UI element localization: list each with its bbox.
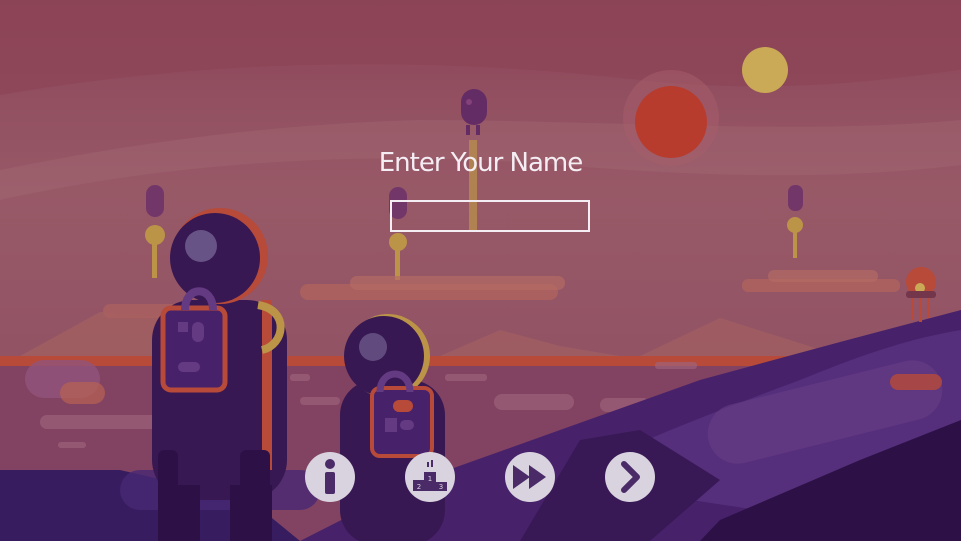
info-icon <box>325 459 335 494</box>
game-screen: Enter Your Name 1 2 3 <box>0 0 961 541</box>
chevron-right-icon <box>621 461 640 493</box>
alien-planet-background <box>0 0 961 541</box>
podium-third-label: 3 <box>439 483 443 491</box>
podium-first-label: 1 <box>428 475 432 483</box>
fast-forward-button[interactable] <box>505 452 555 502</box>
info-button[interactable] <box>305 452 355 502</box>
podium-icon: 1 2 3 <box>413 460 447 491</box>
podium-second-label: 2 <box>417 483 421 491</box>
player-name-input[interactable] <box>390 200 590 232</box>
next-button[interactable] <box>605 452 655 502</box>
leaderboard-button[interactable]: 1 2 3 <box>405 452 455 502</box>
name-prompt-title: Enter Your Name <box>378 148 584 178</box>
fast-forward-icon <box>513 465 546 489</box>
